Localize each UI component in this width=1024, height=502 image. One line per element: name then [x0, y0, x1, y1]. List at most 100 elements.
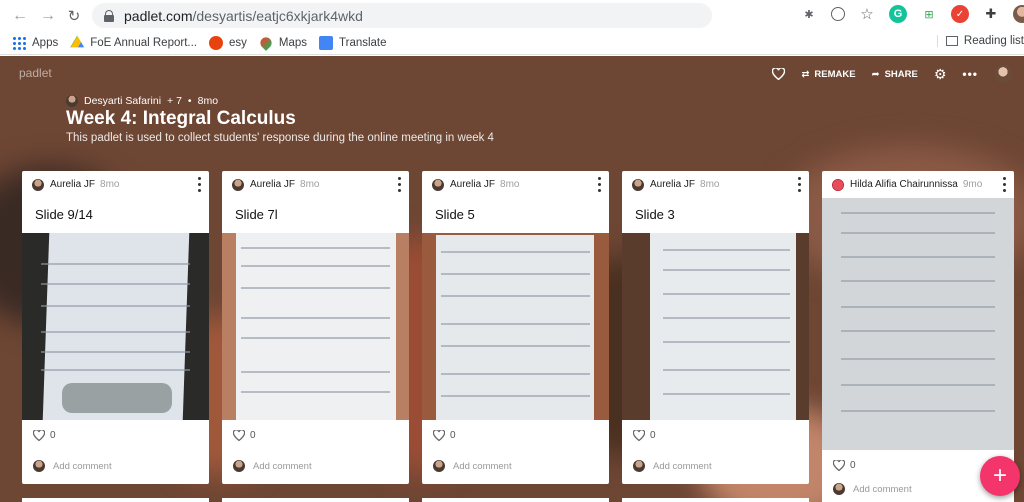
- remake-button[interactable]: ⇄ REMAKE: [801, 69, 855, 80]
- like-button[interactable]: 0: [433, 430, 456, 441]
- post-image[interactable]: [222, 233, 409, 420]
- gear-icon[interactable]: ⚙: [934, 66, 947, 83]
- board-age: 8mo: [197, 95, 219, 107]
- post-title: Slide 5: [435, 207, 475, 222]
- user-avatar[interactable]: [994, 65, 1012, 83]
- add-comment[interactable]: Add comment: [833, 483, 912, 495]
- post-card[interactable]: Aurelia JF 8mo Slide 9/14 0 Add comment: [22, 171, 209, 484]
- post-time: 8mo: [100, 179, 120, 190]
- post-title: Slide 3: [635, 207, 675, 222]
- padlet-toolbar: padlet ⇄ REMAKE ➦ SHARE ⚙ •••: [0, 56, 1024, 91]
- author-name[interactable]: Desyarti Safarini: [84, 95, 161, 107]
- post-card[interactable]: Aurelia JF 8mo Slide 7l 0 Add comment: [222, 171, 409, 484]
- like-count: 0: [50, 430, 56, 441]
- post-title: Slide 7l: [235, 207, 278, 222]
- browser-toolbar: ← → ↻ padlet.com/desyartis/eatjc6xkjark4…: [0, 0, 1024, 31]
- post-author-avatar: [432, 178, 444, 191]
- extension-icon[interactable]: ✓: [951, 5, 969, 23]
- post-footer: 0 Add comment: [222, 420, 409, 484]
- post-image[interactable]: [622, 233, 809, 420]
- maps-pin-icon: [257, 34, 274, 51]
- bookmark-maps[interactable]: Maps: [257, 34, 307, 51]
- add-comment[interactable]: Add comment: [633, 460, 712, 472]
- post-footer: 0 Add comment: [22, 420, 209, 484]
- page-description: This padlet is used to collect students'…: [66, 132, 494, 144]
- apps-grid-icon: [12, 35, 26, 50]
- post-menu-icon[interactable]: [798, 177, 802, 192]
- forward-arrow-icon[interactable]: →: [38, 6, 58, 26]
- share-button[interactable]: ➦ SHARE: [872, 69, 918, 80]
- reload-icon[interactable]: ↻: [64, 6, 84, 26]
- bookmark-translate[interactable]: Translate: [319, 35, 387, 50]
- post-menu-icon[interactable]: [598, 177, 602, 192]
- post-image[interactable]: [822, 198, 1014, 450]
- post-image[interactable]: [22, 233, 209, 420]
- add-comment-placeholder: Add comment: [453, 460, 512, 472]
- like-button[interactable]: 0: [633, 430, 656, 441]
- commenter-avatar: [833, 483, 845, 495]
- post-card[interactable]: Aurelia JF 8mo Slide 5 0 Add comment: [422, 171, 609, 484]
- bookmark-foe-annual-report[interactable]: FoE Annual Report...: [70, 35, 197, 50]
- extension-icon[interactable]: ⊞: [920, 5, 938, 23]
- like-button[interactable]: 0: [833, 460, 856, 471]
- extension-icon[interactable]: ✱: [800, 5, 818, 23]
- post-time: 9mo: [962, 179, 983, 190]
- reading-list-icon: [945, 36, 958, 46]
- post-author-avatar: [232, 178, 244, 191]
- toolbar-actions: ⇄ REMAKE ➦ SHARE ⚙ •••: [772, 65, 1012, 83]
- like-button[interactable]: 0: [233, 430, 256, 441]
- star-bookmark-icon[interactable]: ☆: [858, 5, 876, 23]
- add-comment[interactable]: Add comment: [433, 460, 512, 472]
- post-card[interactable]: Aurelia JF 8mo Slide 3 0 Add comment: [622, 171, 809, 484]
- post-time: 8mo: [700, 179, 720, 190]
- add-comment-placeholder: Add comment: [653, 460, 712, 472]
- commenter-avatar: [233, 460, 245, 472]
- back-arrow-icon[interactable]: ←: [10, 6, 30, 26]
- address-bar[interactable]: padlet.com/desyartis/eatjc6xkjark4wkd: [92, 3, 712, 28]
- post-time: 8mo: [500, 179, 520, 190]
- add-comment[interactable]: Add comment: [33, 460, 112, 472]
- add-comment-placeholder: Add comment: [253, 460, 312, 472]
- like-count: 0: [250, 430, 256, 441]
- extension-icon[interactable]: [831, 7, 845, 21]
- like-count: 0: [850, 460, 856, 471]
- padlet-logo[interactable]: padlet: [19, 66, 52, 80]
- heart-icon[interactable]: [772, 68, 786, 80]
- like-count: 0: [650, 430, 656, 441]
- contributors-count[interactable]: + 7: [167, 95, 182, 107]
- post-author: Aurelia JF: [650, 179, 696, 190]
- heart-outline-icon: [33, 430, 45, 441]
- add-comment[interactable]: Add comment: [233, 460, 312, 472]
- commenter-avatar: [433, 460, 445, 472]
- extension-bar: ✱ ☆ G ⊞ ✓ ✚ ⋮: [800, 5, 1024, 23]
- profile-avatar[interactable]: [1013, 5, 1024, 23]
- more-icon[interactable]: •••: [962, 67, 978, 81]
- author-avatar: [66, 95, 78, 107]
- post-card[interactable]: Hilda Alifia Chairunnissa 9mo 0 Add comm…: [822, 171, 1014, 502]
- bookmark-apps[interactable]: Apps: [12, 35, 58, 50]
- bookmark-esy[interactable]: esy: [208, 35, 247, 50]
- lock-icon: [104, 9, 114, 22]
- add-comment-placeholder: Add comment: [53, 460, 112, 472]
- like-button[interactable]: 0: [33, 430, 56, 441]
- post-menu-icon[interactable]: [398, 177, 402, 192]
- post-menu-icon[interactable]: [1003, 177, 1007, 192]
- post-image[interactable]: [422, 233, 609, 420]
- post-card-peek: [422, 498, 609, 502]
- commenter-avatar: [33, 460, 45, 472]
- drive-icon: [70, 35, 85, 48]
- page-title: Week 4: Integral Calculus: [66, 108, 296, 129]
- post-footer: 0 Add comment: [422, 420, 609, 484]
- grammarly-icon[interactable]: G: [889, 5, 907, 23]
- post-author: Aurelia JF: [450, 179, 496, 190]
- post-footer: 0 Add comment: [622, 420, 809, 484]
- post-menu-icon[interactable]: [198, 177, 202, 192]
- bookmarks-bar: Apps FoE Annual Report... esy Maps Trans…: [0, 31, 1024, 55]
- reading-list-button[interactable]: Reading list: [936, 35, 1024, 47]
- translate-icon: [319, 35, 334, 50]
- board-author-line: Desyarti Safarini + 7 • 8mo: [66, 95, 218, 107]
- puzzle-extensions-icon[interactable]: ✚: [982, 5, 1000, 23]
- post-author: Hilda Alifia Chairunnissa: [850, 179, 958, 190]
- add-comment-placeholder: Add comment: [853, 483, 912, 495]
- add-post-button[interactable]: +: [980, 456, 1020, 496]
